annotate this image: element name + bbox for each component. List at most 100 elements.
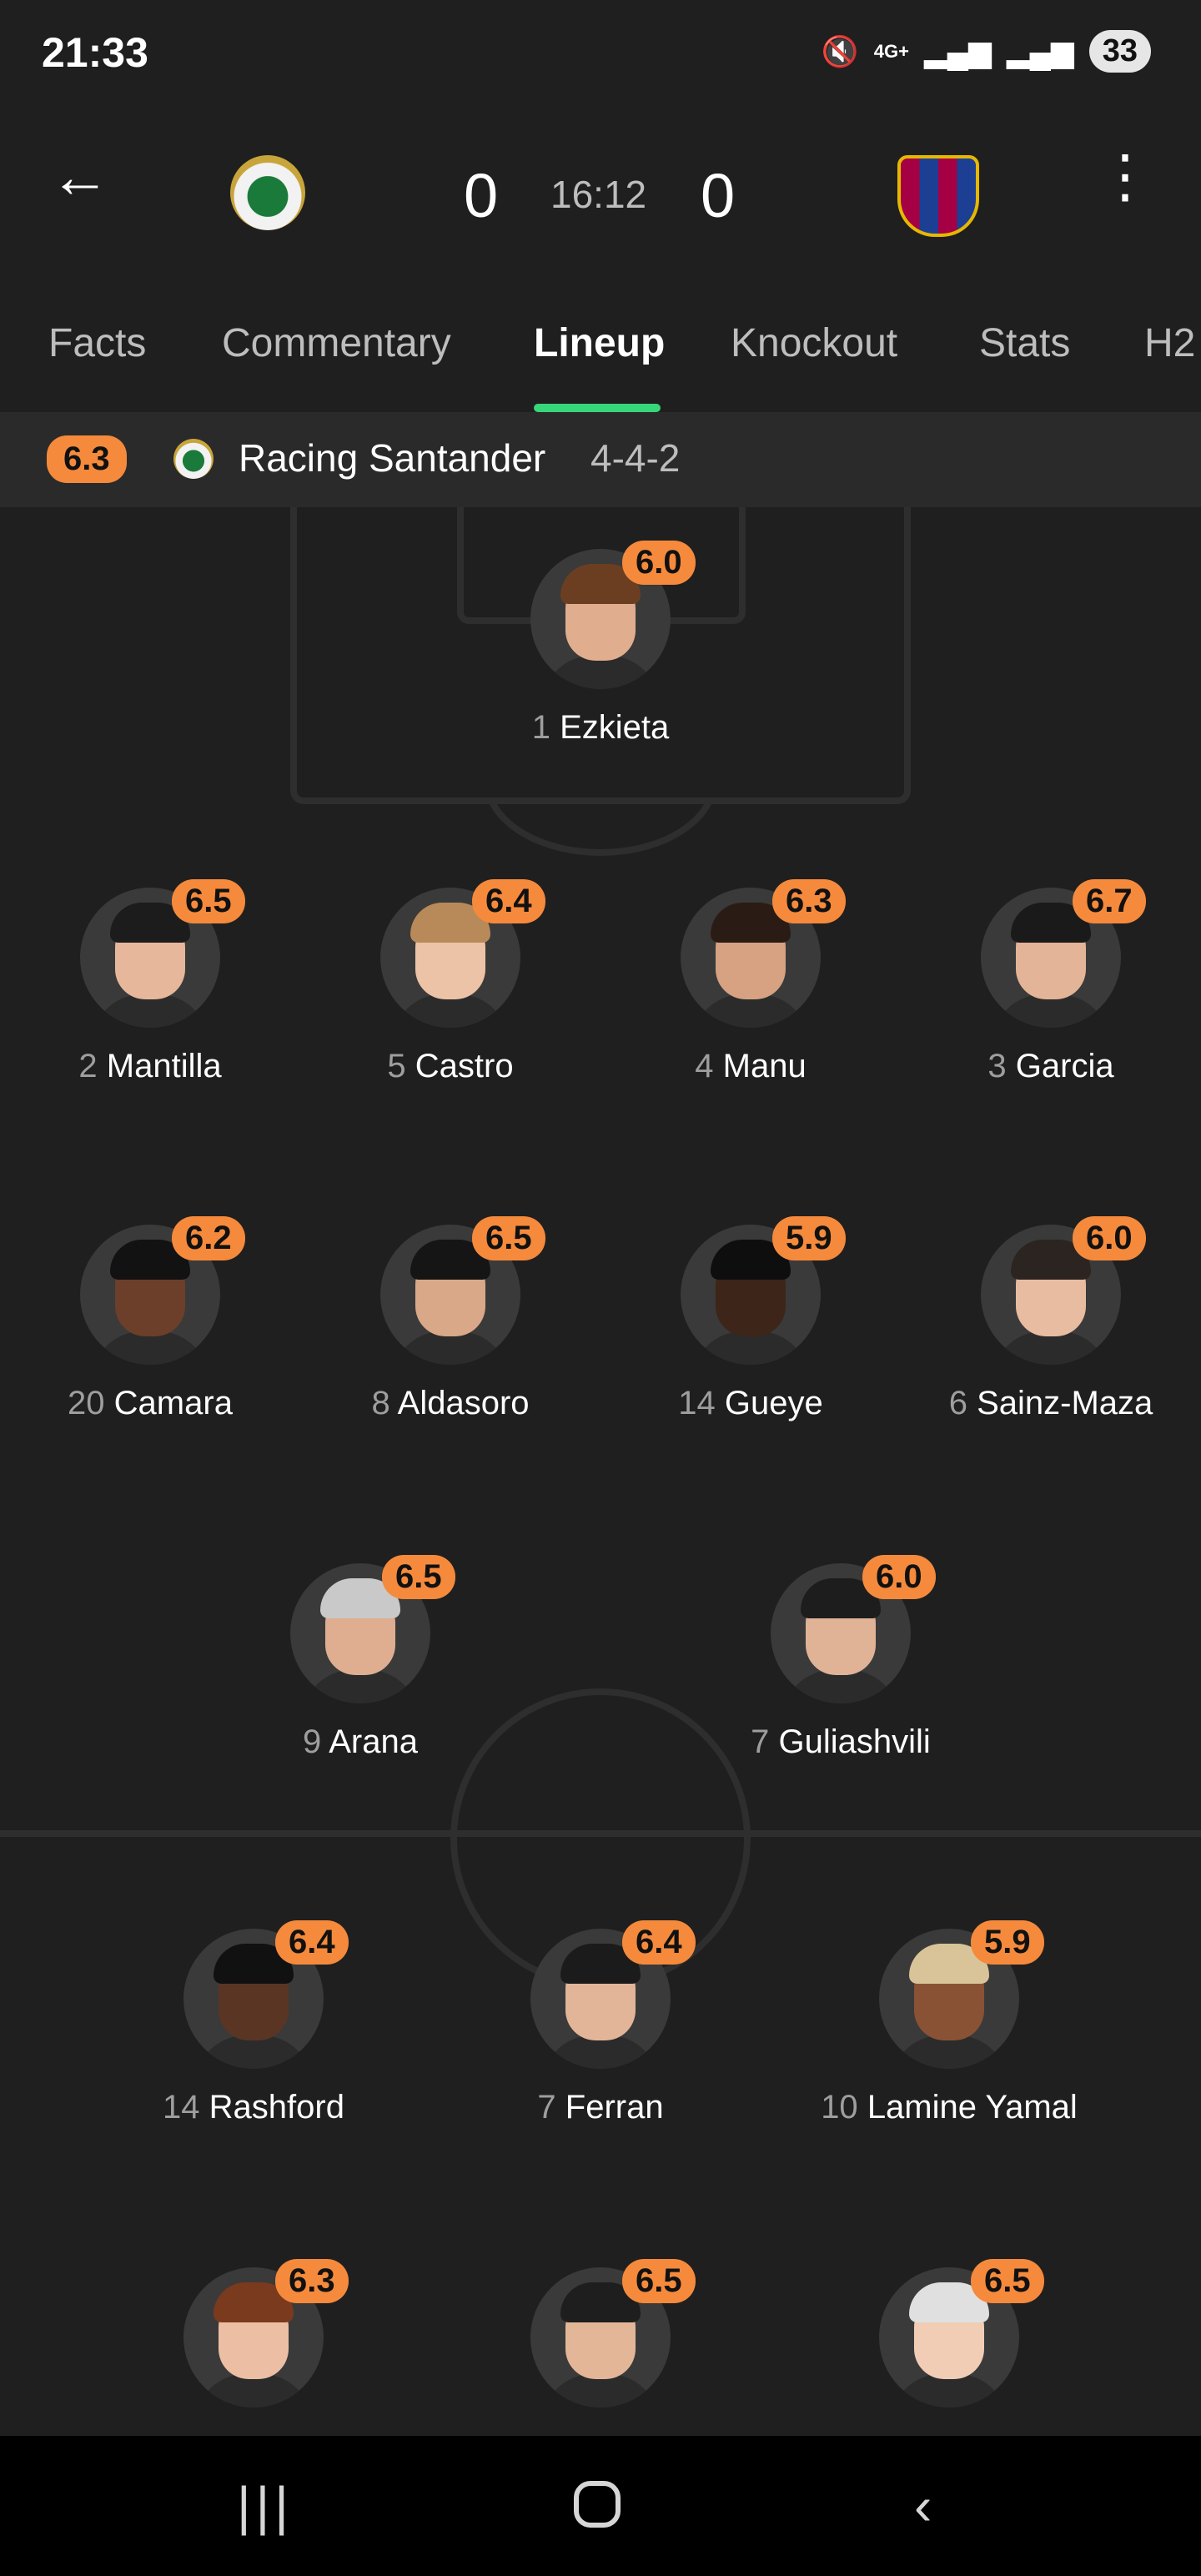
player-card[interactable]: 5.9 14 Gueye [600, 1216, 901, 1421]
player-card[interactable]: 6.4 7 Ferran [450, 1920, 751, 2126]
player-rating-badge: 5.9 [971, 1920, 1044, 1965]
home-icon[interactable] [574, 2481, 621, 2528]
player-name-label: 7 Guliashvili [691, 1723, 991, 1761]
battery-indicator: 33 [1088, 30, 1151, 73]
player-number: 9 [303, 1723, 322, 1760]
player-rating-badge: 6.0 [1073, 1216, 1146, 1260]
player-number: 7 [537, 2089, 556, 2126]
player-card[interactable]: 6.0 1 Ezkieta [450, 541, 751, 746]
tab-h2h[interactable]: H2 [1144, 320, 1195, 366]
player-rating-badge: 6.5 [971, 2259, 1044, 2303]
player-name: Garcia [1015, 1048, 1114, 1084]
player-name: Mantilla [106, 1048, 222, 1084]
player-card[interactable]: 6.5 2 Mantilla [0, 879, 300, 1084]
signal-roaming-icon: ▂▄▆ [1006, 33, 1074, 68]
player-rating-badge: 6.0 [622, 541, 696, 585]
player-card[interactable]: 6.4 14 Rashford [103, 1920, 404, 2126]
player-number: 5 [387, 1048, 406, 1084]
player-rating-badge: 6.5 [382, 1555, 455, 1599]
player-name: Castro [415, 1048, 514, 1084]
player-number: 3 [987, 1048, 1007, 1084]
player-card[interactable]: 5.9 10 Lamine Yamal [799, 1920, 1099, 2126]
player-number: 7 [751, 1723, 770, 1760]
tab-lineup[interactable]: Lineup [534, 320, 665, 366]
team-formation: 4-4-2 [590, 436, 681, 480]
player-number: 8 [371, 1385, 390, 1421]
tab-facts[interactable]: Facts [48, 320, 146, 366]
player-card[interactable]: 6.7 3 Garcia [901, 879, 1201, 1084]
player-rating-badge: 6.7 [1073, 879, 1146, 923]
player-card[interactable]: 6.5 [450, 2259, 751, 2434]
mute-icon: 🔇 [821, 33, 859, 68]
player-card[interactable]: 6.5 [799, 2259, 1099, 2434]
player-number: 10 [821, 2089, 858, 2126]
player-name-label: 10 Lamine Yamal [799, 2089, 1099, 2126]
signal-icon: ▂▄▆ [923, 33, 992, 68]
status-time: 21:33 [42, 29, 148, 76]
player-rating-badge: 6.5 [472, 1216, 545, 1260]
player-card[interactable]: 6.3 [103, 2259, 404, 2434]
status-icons: 🔇 4G+ ▂▄▆ ▂▄▆ 33 [822, 30, 1151, 73]
tab-stats[interactable]: Stats [979, 320, 1070, 366]
player-name-label: 1 Ezkieta [450, 709, 751, 747]
player-name-label: 14 Rashford [103, 2089, 404, 2126]
player-name-label: 7 Ferran [450, 2089, 751, 2126]
player-name: Sainz-Maza [977, 1385, 1153, 1421]
network-type: 4G+ [873, 40, 909, 62]
team-header[interactable]: 6.3 Racing Santander 4-4-2 [0, 412, 1201, 507]
player-card[interactable]: 6.5 9 Arana [210, 1555, 510, 1760]
match-clock: 16:12 [550, 173, 647, 216]
team-crest-icon [173, 439, 214, 479]
player-number: 2 [78, 1048, 98, 1084]
player-rating-badge: 6.4 [472, 879, 545, 923]
player-name: Ferran [565, 2089, 664, 2126]
player-name: Manu [722, 1048, 807, 1084]
player-name-label: 5 Castro [300, 1048, 600, 1085]
player-rating-badge: 6.0 [862, 1555, 936, 1599]
home-team-crest[interactable] [230, 155, 305, 230]
player-rating-badge: 5.9 [772, 1216, 846, 1260]
player-rating-badge: 6.3 [275, 2259, 349, 2303]
player-rating-badge: 6.5 [172, 879, 245, 923]
player-name: Guliashvili [778, 1723, 931, 1760]
back-arrow-icon[interactable]: ← [50, 147, 110, 207]
player-name: Arana [329, 1723, 418, 1760]
player-name-label: 14 Gueye [600, 1385, 901, 1422]
system-navigation-bar: ||| ‹ [0, 2436, 1201, 2576]
player-name: Lamine Yamal [867, 2089, 1078, 2126]
home-score: 0 [464, 161, 499, 230]
player-name-label: 9 Arana [210, 1723, 510, 1761]
back-chevron-icon[interactable]: ‹ [914, 2479, 932, 2533]
player-name-label: 2 Mantilla [0, 1048, 300, 1085]
player-number: 14 [678, 1385, 716, 1421]
player-card[interactable]: 6.0 7 Guliashvili [691, 1555, 991, 1760]
player-name-label: 8 Aldasoro [300, 1385, 600, 1422]
status-bar: 21:33 🔇 4G+ ▂▄▆ ▂▄▆ 33 [0, 0, 1201, 100]
player-name-label: 6 Sainz-Maza [901, 1385, 1201, 1422]
player-card[interactable]: 6.4 5 Castro [300, 879, 600, 1084]
tab-commentary[interactable]: Commentary [222, 320, 451, 366]
player-card[interactable]: 6.5 8 Aldasoro [300, 1216, 600, 1421]
player-rating-badge: 6.4 [622, 1920, 696, 1965]
player-card[interactable]: 6.0 6 Sainz-Maza [901, 1216, 1201, 1421]
player-card[interactable]: 6.3 4 Manu [600, 879, 901, 1084]
team-rating-badge: 6.3 [47, 435, 127, 483]
recent-apps-icon[interactable]: ||| [237, 2479, 294, 2533]
more-vertical-icon[interactable]: ⋮ [1096, 147, 1154, 205]
match-header: ← 0 16:12 0 ⋮ [0, 117, 1201, 267]
player-rating-badge: 6.2 [172, 1216, 245, 1260]
player-number: 6 [948, 1385, 967, 1421]
tab-knockout[interactable]: Knockout [731, 320, 897, 366]
player-name: Ezkieta [560, 709, 670, 746]
team-name: Racing Santander [239, 436, 546, 480]
player-number: 4 [695, 1048, 714, 1084]
player-name: Rashford [209, 2089, 344, 2126]
away-team-crest[interactable] [897, 155, 979, 237]
player-card[interactable]: 6.2 20 Camara [0, 1216, 300, 1421]
active-tab-indicator [534, 404, 661, 412]
player-number: 14 [163, 2089, 200, 2126]
player-number: 20 [68, 1385, 105, 1421]
player-number: 1 [531, 709, 550, 746]
player-rating-badge: 6.5 [622, 2259, 696, 2303]
match-tabs: Facts Commentary Lineup Knockout Stats H… [0, 309, 1201, 412]
